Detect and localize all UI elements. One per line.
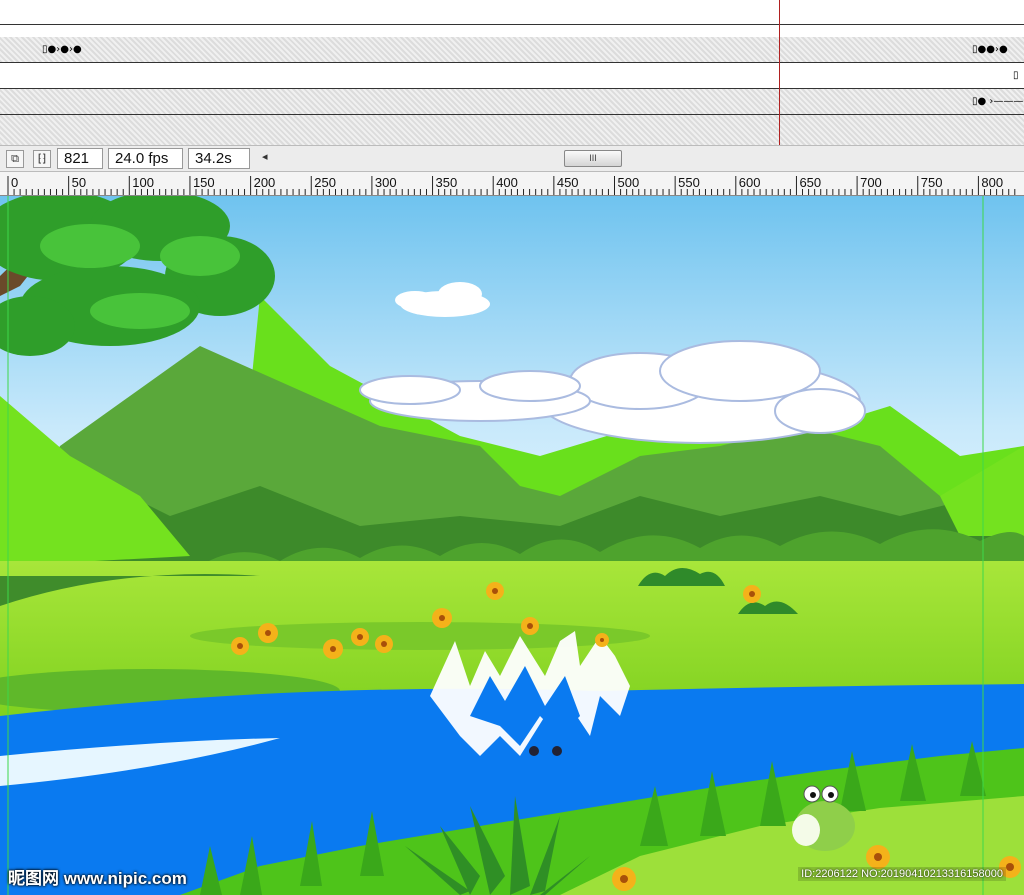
ruler-label: 200 — [253, 175, 276, 190]
center-frame-icon[interactable]: ⧉ — [6, 150, 24, 168]
timeline-panel[interactable]: ▯●›●›● ▯●●›● ▯ ▯● ›——— — [0, 0, 1024, 145]
ruler-label: 600 — [738, 175, 761, 190]
frame-rate-field[interactable]: 24.0 fps — [108, 148, 183, 169]
timeline-layer-row[interactable]: ▯ — [0, 63, 1024, 89]
ruler-label: 50 — [71, 175, 87, 190]
horizontal-ruler: 0 50 100 150 200 250 300 350 400 450 500 550 600 650 7… — [0, 172, 1024, 196]
ruler-label: 650 — [799, 175, 822, 190]
ruler-label: 500 — [617, 175, 640, 190]
ruler-label: 550 — [678, 175, 700, 190]
stage-canvas[interactable]: 昵图网 www.nipic.com ID:2206122 NO:20190410… — [0, 196, 1024, 895]
keyframe-marker[interactable]: ▯●●›● — [972, 37, 1008, 62]
ruler-label: 300 — [374, 175, 397, 190]
timeline-layer-row[interactable] — [0, 0, 1024, 25]
ruler-label: 350 — [435, 175, 458, 190]
playhead[interactable] — [779, 0, 780, 145]
ruler-label: 100 — [132, 175, 154, 190]
current-frame-field: 821 — [57, 148, 103, 169]
creature-eye — [529, 746, 539, 756]
elapsed-time-field: 34.2s — [188, 148, 250, 169]
ruler-label: 450 — [556, 175, 579, 190]
ruler-label: 400 — [496, 175, 518, 190]
keyframe-marker[interactable]: ▯● ›——— — [972, 89, 1023, 114]
ruler-label: 250 — [314, 175, 336, 190]
timeline-status-bar: ⧉ ⁅⁆ 821 24.0 fps 34.2s ◂ III — [0, 145, 1024, 172]
scrollbar-thumb[interactable]: III — [564, 150, 622, 167]
watermark-id: ID:2206122 NO:20190410213316158000 — [798, 867, 1006, 881]
ruler-label: 700 — [860, 175, 882, 190]
ruler-label: 150 — [192, 175, 215, 190]
timeline-layer-row[interactable] — [0, 115, 1024, 145]
timeline-layer-row[interactable]: ▯●›●›● ▯●●›● — [0, 37, 1024, 63]
creature-eye — [552, 746, 562, 756]
landscape-illustration — [0, 196, 1024, 895]
keyframe-marker[interactable]: ▯●›●›● — [42, 37, 82, 62]
ruler-label: 750 — [920, 175, 943, 190]
timeline-layer-row[interactable]: ▯● ›——— — [0, 89, 1024, 115]
ruler-label: 800 — [981, 175, 1004, 190]
ruler-label: 0 — [11, 175, 19, 190]
onion-skin-icon[interactable]: ⁅⁆ — [33, 150, 51, 168]
keyframe-marker[interactable]: ▯ — [1013, 63, 1019, 88]
watermark-site: 昵图网 www.nipic.com — [8, 869, 187, 888]
scroll-left-icon[interactable]: ◂ — [262, 150, 268, 163]
